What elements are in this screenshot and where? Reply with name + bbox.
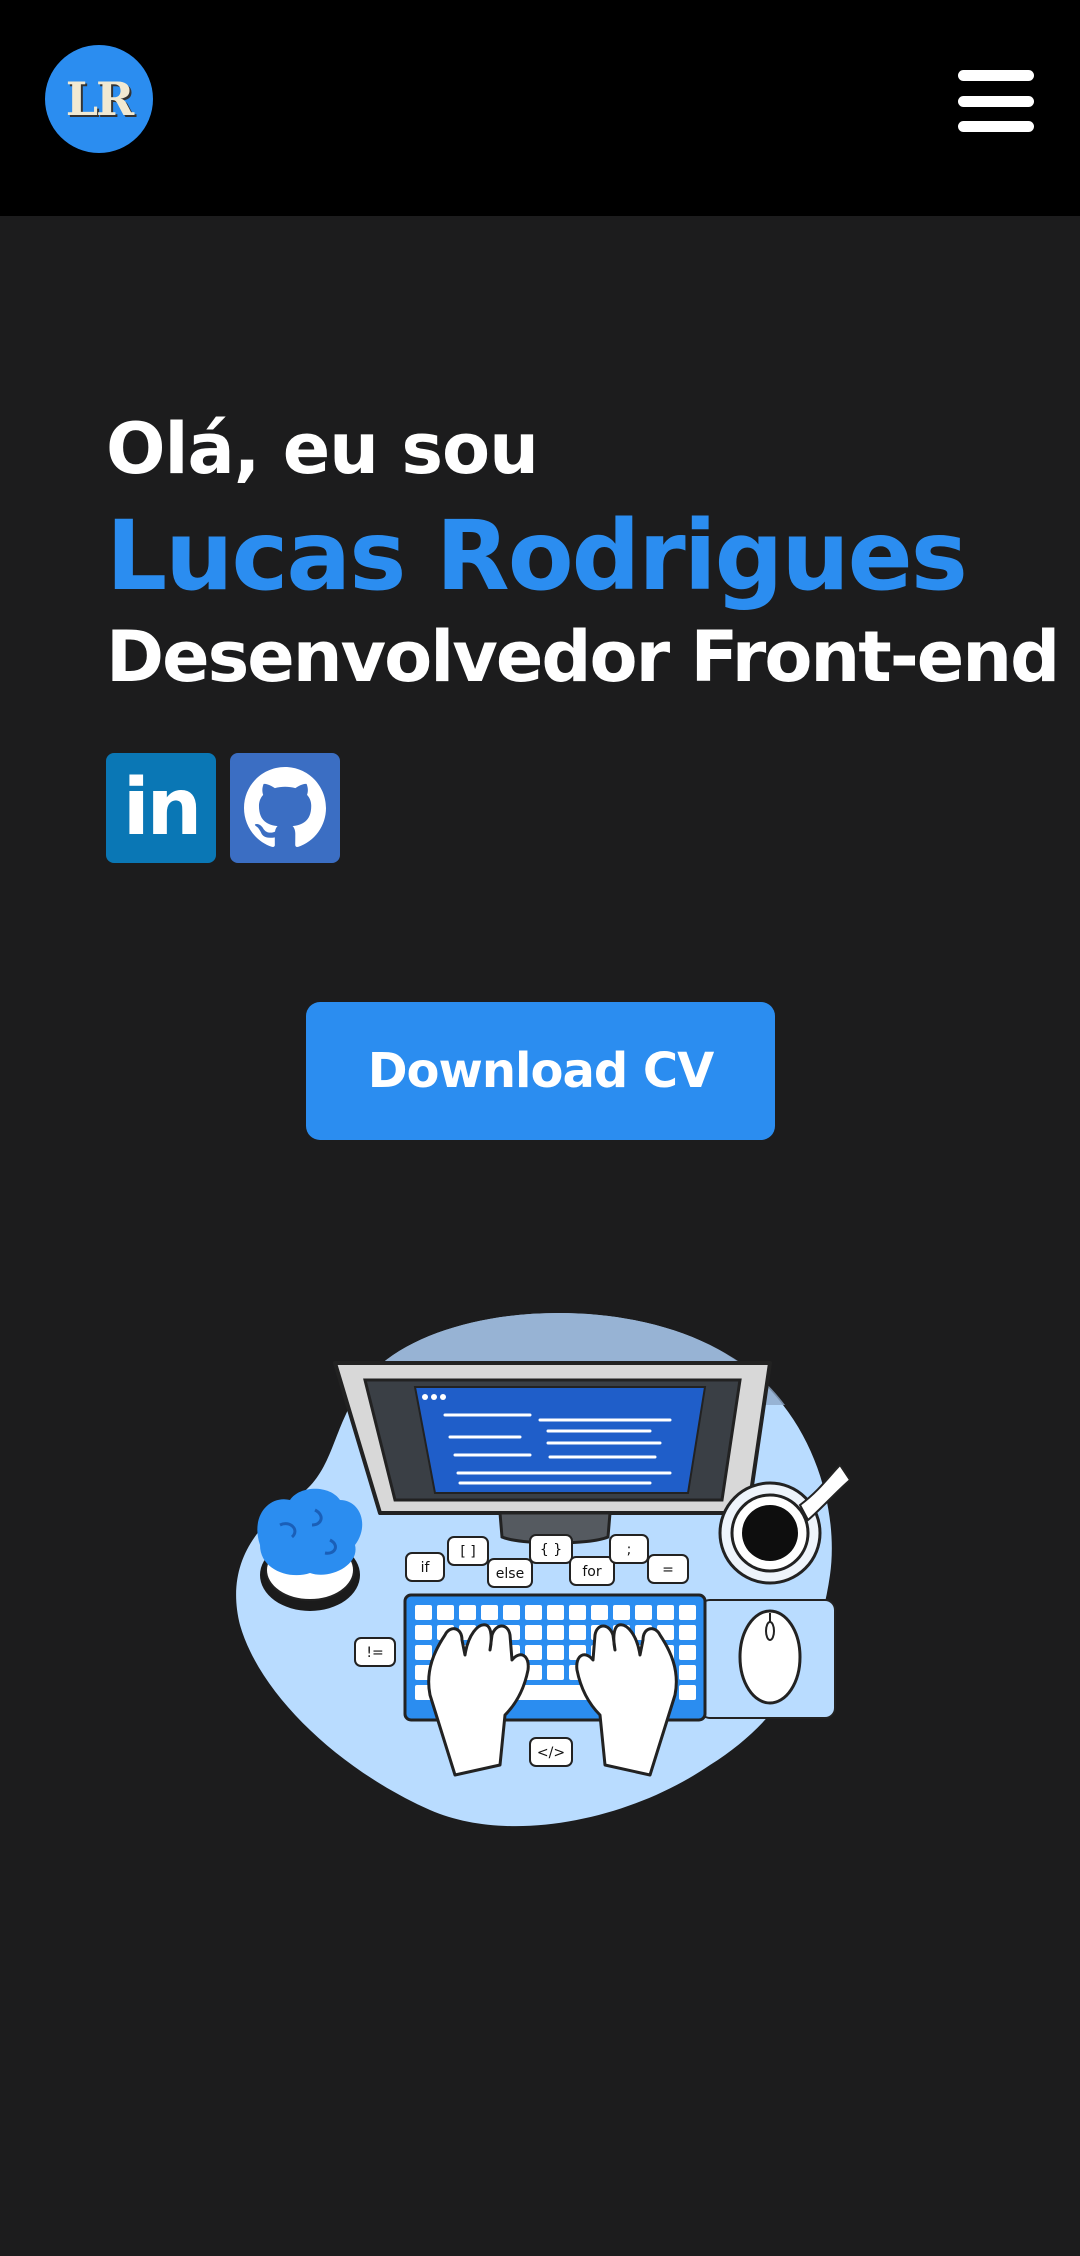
menu-bar: [958, 95, 1034, 107]
svg-text:;: ;: [627, 1542, 632, 1558]
menu-bar: [958, 121, 1034, 132]
svg-text:if: if: [421, 1560, 431, 1576]
logo-text: LR: [65, 72, 135, 126]
role-subtitle: Desenvolvedor Front-end: [106, 616, 1060, 698]
svg-text:{ }: { }: [540, 1542, 562, 1558]
hamburger-menu-icon[interactable]: [958, 70, 1038, 132]
logo[interactable]: LR: [45, 45, 153, 153]
greeting-text: Olá, eu sou: [106, 408, 539, 490]
github-icon: [244, 767, 326, 847]
developer-at-laptop-illustration: if [ ] else { } for ; = != </>: [236, 1312, 850, 1827]
menu-bar: [958, 70, 1034, 81]
code-window: [413, 1386, 707, 1494]
svg-text:!=: !=: [366, 1645, 383, 1661]
svg-text:else: else: [496, 1566, 524, 1582]
linkedin-icon: in: [122, 763, 202, 853]
download-cv-button[interactable]: Download CV: [306, 1002, 775, 1140]
plant-pot: [257, 1488, 363, 1611]
linkedin-link[interactable]: in: [106, 753, 216, 863]
site-header: LR: [0, 0, 1080, 216]
name-heading: Lucas Rodrigues: [106, 500, 968, 612]
svg-text:=: =: [662, 1562, 674, 1578]
mouse: [738, 1609, 802, 1705]
svg-text:for: for: [582, 1564, 601, 1580]
svg-text:</>: </>: [537, 1745, 565, 1761]
github-link[interactable]: [230, 753, 340, 863]
svg-text:[ ]: [ ]: [460, 1544, 475, 1560]
